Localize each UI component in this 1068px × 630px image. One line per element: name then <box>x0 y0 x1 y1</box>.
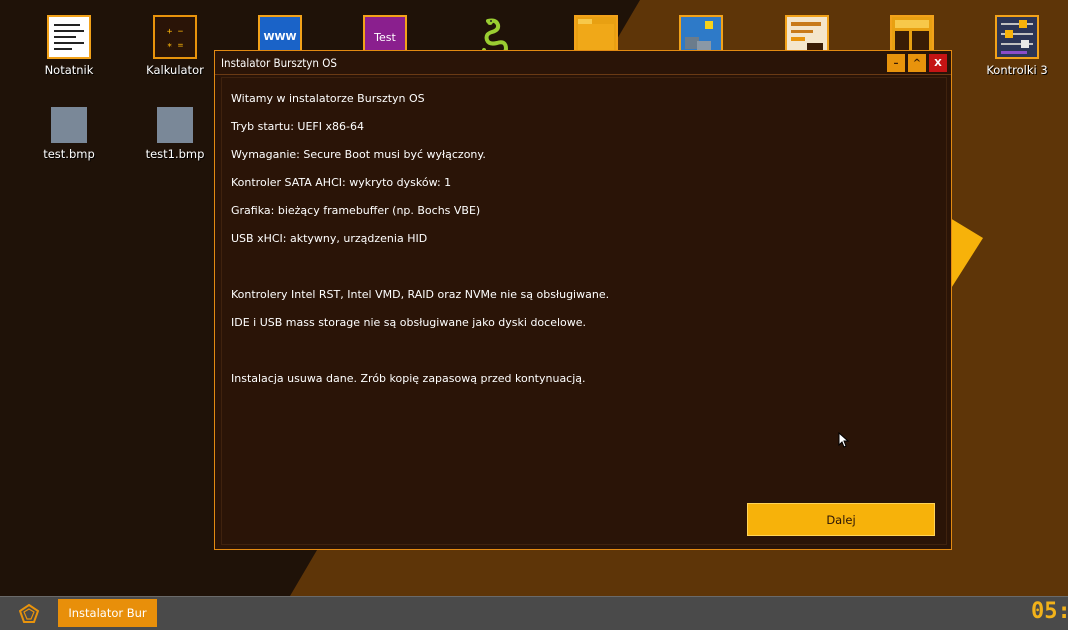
unsupported-storage-text: IDE i USB mass storage nie są obsługiwan… <box>231 316 587 329</box>
sliders-icon <box>995 15 1039 59</box>
welcome-text: Witamy w instalatorze Bursztyn OS <box>231 92 425 105</box>
boot-mode-text: Tryb startu: UEFI x86-64 <box>231 120 364 133</box>
bitmap-file-icon <box>157 107 193 143</box>
unsupported-controllers-text: Kontrolery Intel RST, Intel VMD, RAID or… <box>231 288 610 301</box>
mouse-pointer-icon <box>838 432 850 448</box>
bitmap-file-icon <box>51 107 87 143</box>
start-button[interactable] <box>0 597 58 630</box>
minimize-button[interactable]: – <box>887 54 905 72</box>
desktop-icon-label: Notatnik <box>44 63 94 77</box>
desktop-icon-test1-bmp[interactable]: test1.bmp <box>130 103 220 161</box>
data-warning-text: Instalacja usuwa dane. Zrób kopię zapaso… <box>231 372 586 385</box>
usb-text: USB xHCI: aktywny, urządzenia HID <box>231 232 428 245</box>
close-button[interactable]: X <box>929 54 947 72</box>
desktop-icon-notepad[interactable]: Notatnik <box>24 15 114 77</box>
taskbar: Instalator Bur 05:3 <box>0 596 1068 630</box>
desktop-icon-label: Kontrolki 3 <box>986 63 1048 77</box>
window-titlebar[interactable]: Instalator Bursztyn OS – ^ X <box>215 51 951 75</box>
maximize-button[interactable]: ^ <box>908 54 926 72</box>
calculator-icon: + − ∗ = <box>153 15 197 59</box>
svg-text:+ −: + − <box>167 27 184 37</box>
amber-logo-icon <box>19 604 39 623</box>
desktop-icon-label: test1.bmp <box>145 147 205 161</box>
installer-window: Instalator Bursztyn OS – ^ X Witamy w in… <box>214 50 952 550</box>
clock: 05:3 <box>1031 599 1068 624</box>
desktop-icon-calculator[interactable]: + − ∗ = Kalkulator <box>130 15 220 77</box>
sata-text: Kontroler SATA AHCI: wykryto dysków: 1 <box>231 176 452 189</box>
window-title: Instalator Bursztyn OS <box>221 56 337 70</box>
graphics-text: Grafika: bieżący framebuffer (np. Bochs … <box>231 204 481 217</box>
browser-icon-badge: WWW <box>263 31 297 43</box>
desktop-icon-label: Kalkulator <box>146 63 204 77</box>
installer-content: Witamy w instalatorze Bursztyn OS Tryb s… <box>221 77 947 545</box>
secure-boot-text: Wymaganie: Secure Boot musi być wyłączon… <box>231 148 486 161</box>
desktop-icon-label: test.bmp <box>43 147 95 161</box>
taskbar-item-installer[interactable]: Instalator Bur <box>58 599 157 627</box>
notepad-icon <box>47 15 91 59</box>
next-button[interactable]: Dalej <box>747 503 935 536</box>
test-app-icon-badge: Test <box>374 30 396 44</box>
desktop-icon-controls[interactable]: Kontrolki 3 <box>972 15 1062 77</box>
svg-text:∗ =: ∗ = <box>167 41 184 51</box>
desktop-icon-test-bmp[interactable]: test.bmp <box>24 103 114 161</box>
